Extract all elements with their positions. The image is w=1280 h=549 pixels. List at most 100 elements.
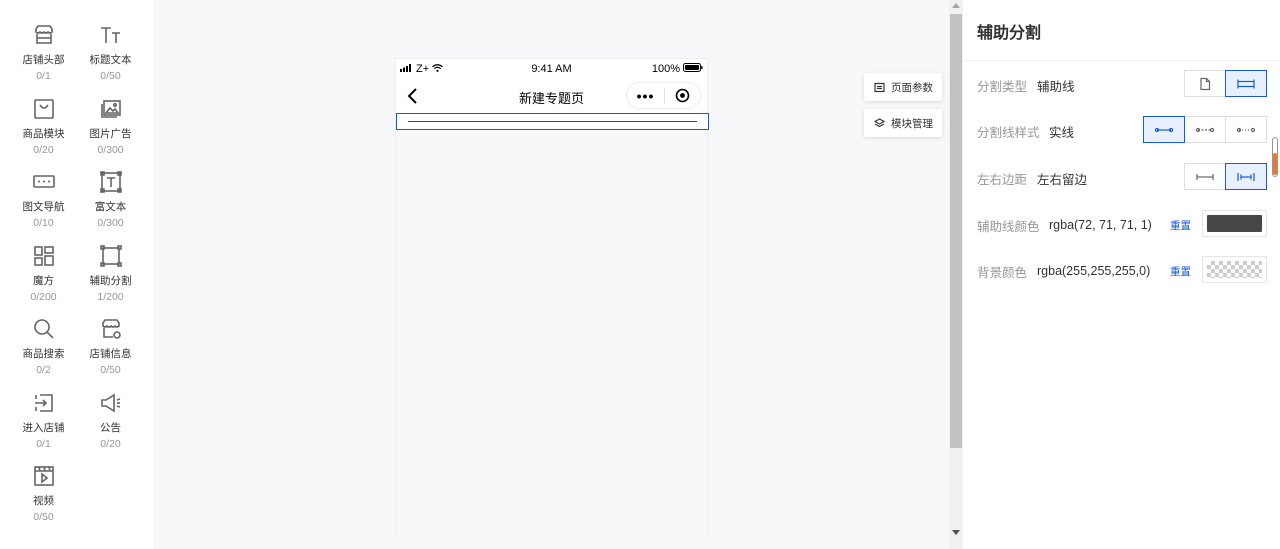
bg-color-row: 背景颜色 rgba(255,255,255,0) 重置 xyxy=(977,256,1267,286)
component-count: 1/200 xyxy=(97,290,124,303)
shop-header-icon xyxy=(31,22,57,48)
status-bar: Z+ 9:41 AM 100% xyxy=(396,59,707,79)
component-cube[interactable]: 魔方 0/200 xyxy=(10,243,77,309)
editor-canvas: Z+ 9:41 AM 100% 新建专题页 ••• 页面参数 模块管理 xyxy=(153,0,949,549)
component-image-nav[interactable]: 图文导航 0/10 xyxy=(10,169,77,235)
canvas-scrollbar[interactable] xyxy=(949,0,963,549)
dashed-style-button[interactable] xyxy=(1184,116,1226,143)
component-video[interactable]: 视频 0/50 xyxy=(10,463,77,529)
solid-style-button[interactable] xyxy=(1143,116,1185,143)
component-image-ad[interactable]: 图片广告 0/300 xyxy=(77,96,144,162)
component-rich-text[interactable]: 富文本 0/300 xyxy=(77,169,144,235)
component-count: 0/20 xyxy=(33,143,54,156)
margin-label: 左右边距 xyxy=(977,172,1028,187)
bg-color-swatch[interactable] xyxy=(1202,256,1267,283)
line-color-reset-link[interactable]: 重置 xyxy=(1170,218,1191,233)
more-icon[interactable]: ••• xyxy=(627,88,664,104)
cube-icon xyxy=(31,243,57,269)
component-name: 店铺头部 xyxy=(22,54,65,66)
search-icon xyxy=(31,316,57,342)
config-panel: 辅助分割 分割类型 辅助线 分割线样式 实线 左右边距 左右留边 辅助线颜色 r… xyxy=(963,0,1280,549)
component-divider[interactable]: 辅助分割 1/200 xyxy=(77,243,144,309)
notice-icon xyxy=(98,390,124,416)
margin-value: 左右留边 xyxy=(1037,172,1088,187)
divider-type-value: 辅助线 xyxy=(1037,79,1075,94)
component-name: 标题文本 xyxy=(89,54,132,66)
padded-margin-button[interactable] xyxy=(1225,163,1267,190)
image-nav-icon xyxy=(31,169,57,195)
battery-icon xyxy=(683,63,703,75)
component-enter-shop[interactable]: 进入店铺 0/1 xyxy=(10,390,77,456)
transparent-fill xyxy=(1207,261,1262,278)
divider-module-selected[interactable] xyxy=(396,113,709,130)
component-count: 0/1 xyxy=(36,437,51,450)
component-count: 0/20 xyxy=(100,437,121,450)
component-count: 0/1 xyxy=(36,70,51,82)
scroll-thumb[interactable] xyxy=(950,14,962,448)
line-type-button[interactable] xyxy=(1225,70,1267,97)
video-icon xyxy=(31,463,57,489)
component-search[interactable]: 商品搜索 0/2 xyxy=(10,316,77,382)
padded-width-icon xyxy=(1237,172,1255,181)
solid-line-icon xyxy=(1155,127,1173,132)
close-target-icon[interactable] xyxy=(665,88,700,103)
panel-scroll-thumb[interactable] xyxy=(1273,153,1277,175)
component-shop-info[interactable]: 店铺信息 0/50 xyxy=(77,316,144,382)
component-name: 商品模块 xyxy=(22,127,65,140)
line-style-row: 分割线样式 实线 xyxy=(977,116,1267,146)
page-params-button[interactable]: 页面参数 xyxy=(864,73,942,101)
divider-type-label: 分割类型 xyxy=(977,79,1028,94)
nav-bar: 新建专题页 ••• xyxy=(396,79,707,113)
mini-program-capsule: ••• xyxy=(626,82,701,109)
line-color-row: 辅助线颜色 rgba(72, 71, 71, 1) 重置 xyxy=(977,210,1267,240)
blank-page-icon xyxy=(1200,77,1211,90)
dotted-style-button[interactable] xyxy=(1225,116,1267,143)
module-manage-button[interactable]: 模块管理 xyxy=(864,109,942,137)
scroll-down-arrow-icon[interactable] xyxy=(952,530,960,535)
component-name: 商品搜索 xyxy=(22,348,65,360)
line-style-value: 实线 xyxy=(1049,125,1075,140)
page-params-label: 页面参数 xyxy=(891,81,933,94)
divider-type-row: 分割类型 辅助线 xyxy=(977,70,1267,100)
back-arrow-icon[interactable] xyxy=(406,87,420,105)
wifi-icon xyxy=(432,63,444,75)
line-color-fill xyxy=(1207,215,1262,232)
title-text-icon xyxy=(98,22,124,48)
component-name: 魔方 xyxy=(33,274,54,287)
layers-icon xyxy=(874,117,885,127)
component-notice[interactable]: 公告 0/20 xyxy=(77,390,144,456)
rich-text-icon xyxy=(98,169,124,195)
shop-info-icon xyxy=(98,316,124,342)
line-style-label: 分割线样式 xyxy=(977,125,1040,140)
component-name: 公告 xyxy=(100,421,121,434)
no-margin-button[interactable] xyxy=(1184,163,1226,190)
component-name: 图文导航 xyxy=(22,201,65,213)
bg-color-label: 背景颜色 xyxy=(977,265,1028,280)
goods-module-icon xyxy=(31,96,57,122)
phone-header: Z+ 9:41 AM 100% 新建专题页 ••• xyxy=(396,59,707,115)
component-palette: 店铺头部 0/1 标题文本 0/50 商品模块 0/20 图片广告 0/300 图文导航 0/10… xyxy=(0,0,153,549)
component-count: 0/10 xyxy=(33,217,54,229)
component-goods-module[interactable]: 商品模块 0/20 xyxy=(10,96,77,162)
scroll-up-arrow-icon[interactable] xyxy=(952,3,960,8)
component-name: 店铺信息 xyxy=(89,348,132,360)
battery-label: 100% xyxy=(651,63,680,75)
module-manage-label: 模块管理 xyxy=(891,117,933,130)
phone-preview: Z+ 9:41 AM 100% 新建专题页 ••• xyxy=(395,58,709,538)
component-count: 0/300 xyxy=(97,217,124,229)
component-shop-header[interactable]: 店铺头部 0/1 xyxy=(10,22,77,88)
signal-icon xyxy=(400,63,413,75)
component-count: 0/50 xyxy=(33,511,54,523)
component-title-text[interactable]: 标题文本 0/50 xyxy=(77,22,144,88)
blank-type-button[interactable] xyxy=(1184,70,1226,97)
component-count: 0/50 xyxy=(100,70,121,82)
dashed-line-icon xyxy=(1196,127,1214,132)
component-count: 0/300 xyxy=(97,143,124,156)
divider-line xyxy=(408,121,697,122)
component-name: 图片广告 xyxy=(89,127,132,140)
component-count: 0/2 xyxy=(36,364,51,376)
image-ad-icon xyxy=(98,96,124,122)
line-color-swatch[interactable] xyxy=(1202,210,1267,237)
dotted-line-icon xyxy=(1237,127,1255,132)
bg-color-reset-link[interactable]: 重置 xyxy=(1170,264,1191,279)
